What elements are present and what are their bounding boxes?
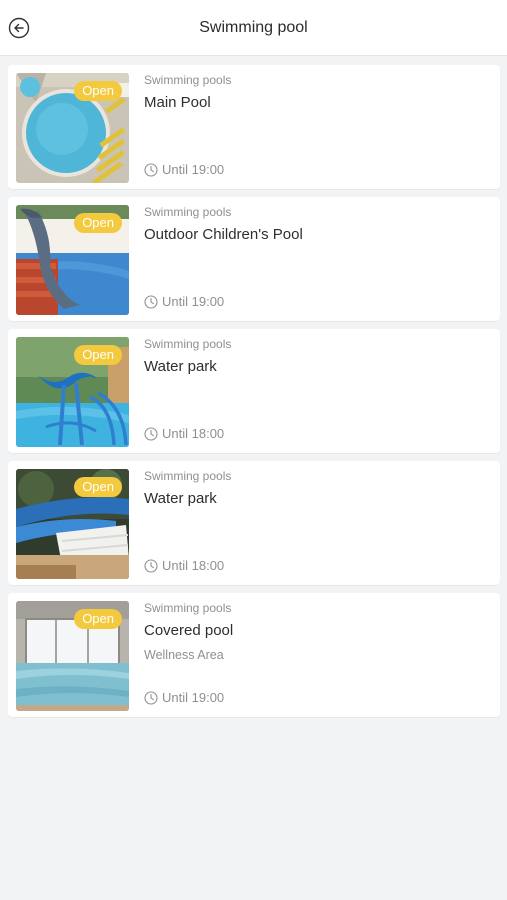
pool-name: Covered pool — [144, 622, 234, 639]
hours-text: Until 19:00 — [162, 690, 225, 705]
pool-card-outdoor-childrens-pool[interactable]: Open Swimming pools Outdoor Children's P… — [8, 197, 500, 321]
opening-hours: Until 18:00 — [144, 558, 224, 573]
clock-icon — [144, 162, 158, 177]
opening-hours: Until 18:00 — [144, 426, 224, 441]
hours-text: Until 19:00 — [162, 162, 225, 177]
pool-thumbnail: Open — [16, 469, 129, 579]
status-badge: Open — [74, 477, 122, 497]
clock-icon — [144, 426, 158, 441]
pool-category: Swimming pools — [144, 601, 232, 615]
pool-card-main-pool[interactable]: Open Swimming pools Main Pool Until 19:0… — [8, 65, 500, 189]
pool-thumbnail: Open — [16, 73, 129, 183]
hours-text: Until 19:00 — [162, 294, 225, 309]
pool-thumbnail: Open — [16, 205, 129, 315]
pool-thumbnail: Open — [16, 601, 129, 711]
clock-icon — [144, 558, 158, 573]
pool-location: Wellness Area — [144, 648, 224, 662]
status-badge: Open — [74, 81, 122, 101]
pool-card-covered-pool[interactable]: Open Swimming pools Covered pool Wellnes… — [8, 593, 500, 717]
status-badge: Open — [74, 609, 122, 629]
pool-card-water-park[interactable]: Open Swimming pools Water park Until 18:… — [8, 461, 500, 585]
hours-text: Until 18:00 — [162, 558, 225, 573]
pool-name: Water park — [144, 358, 217, 375]
page-title: Swimming pool — [199, 18, 308, 36]
hours-text: Until 18:00 — [162, 426, 225, 441]
clock-icon — [144, 294, 158, 309]
pool-list: Open Swimming pools Main Pool Until 19:0… — [0, 56, 507, 717]
pool-card-water-park[interactable]: Open Swimming pools Water park Until 18:… — [8, 329, 500, 453]
pool-name: Outdoor Children's Pool — [144, 226, 303, 243]
pool-category: Swimming pools — [144, 469, 232, 483]
pool-category: Swimming pools — [144, 73, 232, 87]
app-header: Swimming pool — [0, 0, 507, 56]
pool-name: Water park — [144, 490, 217, 507]
status-badge: Open — [74, 345, 122, 365]
pool-thumbnail: Open — [16, 337, 129, 447]
status-badge: Open — [74, 213, 122, 233]
pool-name: Main Pool — [144, 94, 211, 111]
clock-icon — [144, 690, 158, 705]
opening-hours: Until 19:00 — [144, 690, 224, 705]
opening-hours: Until 19:00 — [144, 294, 224, 309]
pool-category: Swimming pools — [144, 337, 232, 351]
arrow-left-circle-icon[interactable] — [8, 17, 30, 39]
pool-category: Swimming pools — [144, 205, 232, 219]
opening-hours: Until 19:00 — [144, 162, 224, 177]
